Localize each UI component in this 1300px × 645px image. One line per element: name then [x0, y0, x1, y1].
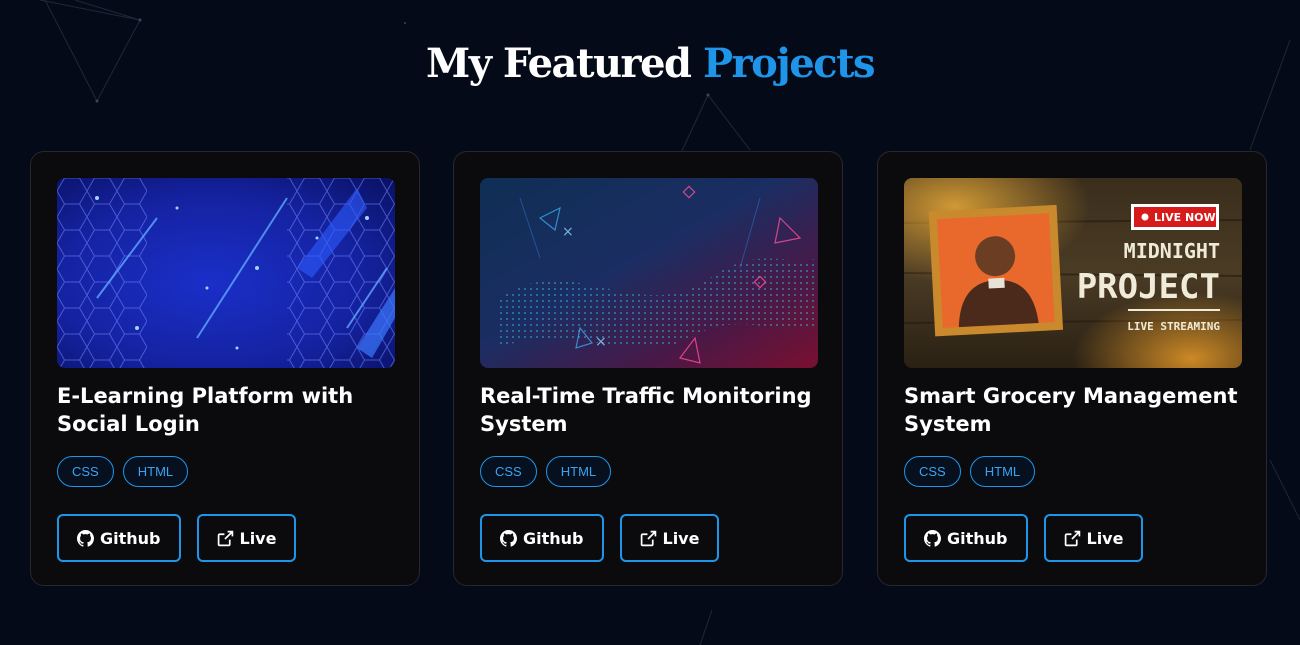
- github-button[interactable]: Github: [480, 514, 604, 562]
- poster-badge: LIVE NOW: [1154, 211, 1216, 224]
- external-link-icon: [217, 530, 233, 546]
- svg-text:×: ×: [562, 224, 574, 240]
- project-title: Real-Time Traffic Monitoring System: [480, 384, 812, 436]
- live-button[interactable]: Live: [196, 514, 297, 562]
- github-label: Github: [947, 528, 1008, 548]
- section-title-main: My Featured: [425, 40, 692, 87]
- project-actions: Github Live: [57, 514, 297, 562]
- project-title: E-Learning Platform with Social Login: [57, 384, 354, 436]
- section-title-accent: Projects: [702, 40, 876, 87]
- poster-line2: PROJECT: [1077, 267, 1220, 307]
- project-title: Smart Grocery Management System: [904, 384, 1238, 436]
- tag-css: CSS: [480, 456, 537, 487]
- external-link-icon: [640, 530, 656, 546]
- github-icon: [77, 529, 94, 547]
- svg-text:×: ×: [595, 334, 607, 350]
- project-thumbnail: LIVE NOW MIDNIGHT PROJECT LIVE STREAMING: [904, 178, 1242, 368]
- live-label: Live: [662, 528, 700, 548]
- project-card: LIVE NOW MIDNIGHT PROJECT LIVE STREAMING…: [877, 151, 1267, 586]
- github-label: Github: [523, 528, 584, 548]
- project-thumbnail: × ×: [480, 178, 818, 368]
- project-card: E-Learning Platform with Social Login CS…: [30, 151, 420, 586]
- poster-line1: MIDNIGHT: [1124, 239, 1220, 263]
- tag-html: HTML: [122, 456, 189, 487]
- github-icon: [500, 529, 517, 547]
- poster-line3: LIVE STREAMING: [1127, 320, 1220, 333]
- github-label: Github: [100, 528, 161, 548]
- tag-html: HTML: [969, 456, 1036, 487]
- external-link-icon: [1064, 530, 1080, 546]
- tag-list: CSS HTML: [57, 456, 189, 487]
- tag-css: CSS: [904, 456, 961, 487]
- live-label: Live: [239, 528, 277, 548]
- tag-list: CSS HTML: [480, 456, 612, 487]
- project-actions: Github Live: [480, 514, 720, 562]
- tag-html: HTML: [545, 456, 612, 487]
- live-button[interactable]: Live: [619, 514, 720, 562]
- live-label: Live: [1086, 528, 1124, 548]
- live-button[interactable]: Live: [1043, 514, 1144, 562]
- project-card: × × Real-Time Traffic Monitoring System …: [453, 151, 843, 586]
- github-icon: [924, 529, 941, 547]
- github-button[interactable]: Github: [57, 514, 181, 562]
- tag-css: CSS: [57, 456, 114, 487]
- project-thumbnail: [57, 178, 395, 368]
- github-button[interactable]: Github: [904, 514, 1028, 562]
- section-title: My Featured Projects: [0, 38, 1300, 90]
- tag-list: CSS HTML: [904, 456, 1036, 487]
- project-actions: Github Live: [904, 514, 1144, 562]
